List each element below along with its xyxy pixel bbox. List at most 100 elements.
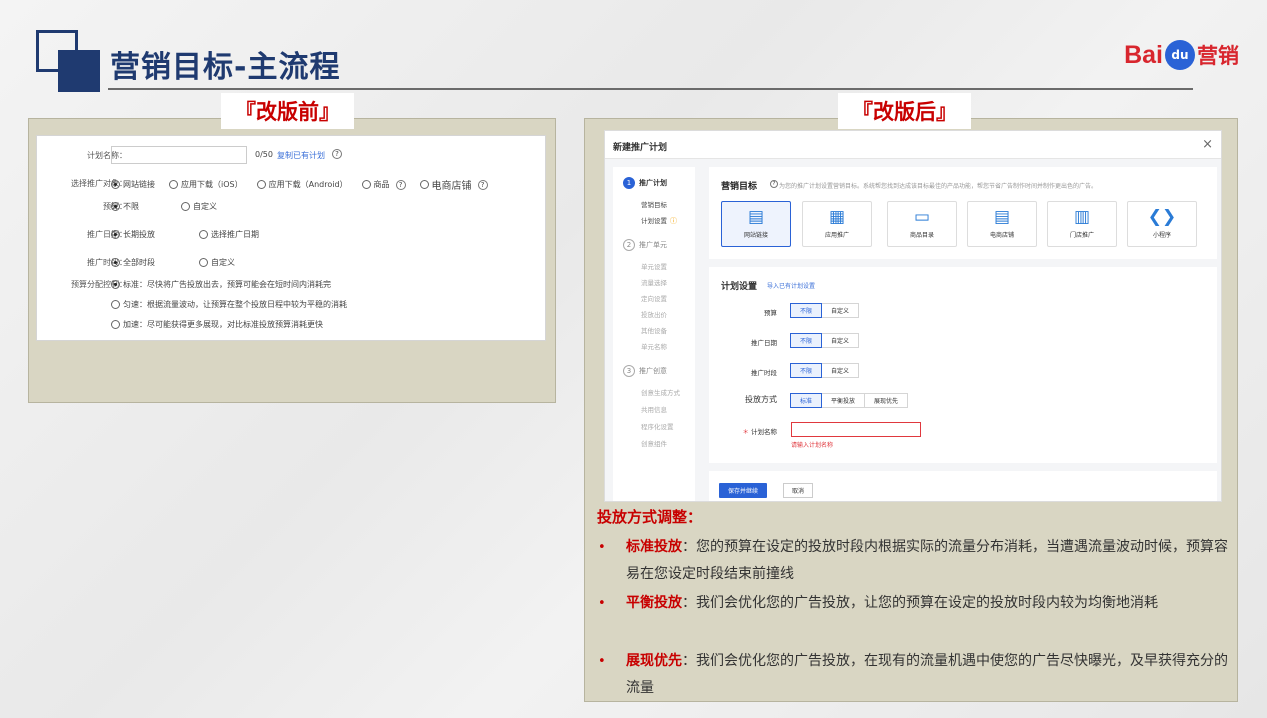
radio-icon xyxy=(419,180,429,189)
help-icon[interactable]: ? xyxy=(477,179,488,190)
goal-option-catalog[interactable]: ▭ 商品目录 xyxy=(887,201,957,247)
catalog-icon: ▭ xyxy=(913,207,931,227)
date-option-select[interactable]: 选择推广日期 xyxy=(199,229,259,240)
step-sub[interactable]: 单元设置 xyxy=(641,261,667,271)
plan-name-count: 0/50 xyxy=(255,150,273,159)
baidu-marketing-logo: Bai du 营销 xyxy=(1124,30,1239,80)
method-label: 投放方式 xyxy=(745,395,777,404)
description: ：我们会优化您的广告投放，让您的预算在设定的投放时段内较为均衡地消耗 xyxy=(682,595,1158,611)
step-number: 3 xyxy=(623,365,635,377)
target-option-web[interactable]: 网站链接 xyxy=(111,179,155,190)
import-settings-link[interactable]: 导入已有计划设置 xyxy=(767,281,815,290)
store-icon: ▤ xyxy=(993,207,1011,227)
step-label: 推广计划 xyxy=(639,179,667,187)
step-sub[interactable]: 创意组件 xyxy=(641,438,667,448)
method-toggle: 标准 平衡投放 展现优先 xyxy=(790,393,909,408)
pacing-option-accelerated[interactable]: 加速：尽可能获得更多展现，对比标准投放预算消耗更快 xyxy=(111,319,323,330)
target-option-android[interactable]: 应用下载（Android） xyxy=(256,179,348,190)
step-sub-goal[interactable]: 营销目标 xyxy=(641,199,667,209)
step-sub[interactable]: 投放出价 xyxy=(641,309,667,319)
app-icon: ▦ xyxy=(828,207,846,227)
radio-icon xyxy=(169,180,178,189)
date-custom-button[interactable]: 自定义 xyxy=(821,333,860,348)
date-option-long[interactable]: 长期投放 xyxy=(111,229,155,240)
target-option-ios[interactable]: 应用下载（iOS） xyxy=(169,179,243,190)
term: 标准投放 xyxy=(626,539,682,555)
brand-bai: Bai xyxy=(1124,40,1163,69)
pacing-option-standard[interactable]: 标准：尽快将广告投放出去，预算可能会在短时间内消耗完 xyxy=(111,279,331,290)
cancel-button[interactable]: 取消 xyxy=(783,483,814,498)
radio-icon xyxy=(111,180,120,189)
goal-option-miniprogram[interactable]: ❮❯ 小程序 xyxy=(1127,201,1197,247)
step-number: 1 xyxy=(623,177,635,189)
save-continue-button[interactable]: 保存并继续 xyxy=(719,483,768,498)
new-plan-dialog: 新建推广计划 × 1 推广计划 营销目标 计划设置 ⓘ 2 推广单元 单元设置 流… xyxy=(604,130,1222,502)
time-option-custom[interactable]: 自定义 xyxy=(199,257,235,268)
step-sub[interactable]: 单元名称 xyxy=(641,341,667,351)
step-sub-plan-settings[interactable]: 计划设置 ⓘ xyxy=(641,215,677,226)
target-option-store[interactable]: 电商店铺? xyxy=(419,177,488,192)
budget-unlimited-button[interactable]: 不限 xyxy=(790,303,823,318)
plan-name-input[interactable] xyxy=(111,146,247,164)
budget-option-custom[interactable]: 自定义 xyxy=(181,201,217,212)
budget-custom-button[interactable]: 自定义 xyxy=(821,303,860,318)
budget-toggle: 不限 自定义 xyxy=(790,303,860,318)
plan-name-input[interactable] xyxy=(791,422,921,437)
help-icon[interactable]: ? xyxy=(770,180,778,188)
radio-icon xyxy=(181,201,190,211)
budget-label: 预算 xyxy=(764,309,777,317)
step-creative[interactable]: 3 推广创意 xyxy=(623,365,667,377)
radio-icon xyxy=(111,229,120,239)
budget-option-unlimited[interactable]: 不限 xyxy=(111,201,139,212)
step-sidebar: 1 推广计划 营销目标 计划设置 ⓘ 2 推广单元 单元设置 流量选择 定向设置 … xyxy=(613,167,695,501)
title-divider xyxy=(108,88,1193,90)
before-label: 『改版前』 xyxy=(221,93,354,129)
explanation-heading: 投放方式调整： xyxy=(597,508,703,526)
time-custom-button[interactable]: 自定义 xyxy=(821,363,860,378)
copy-plan-link[interactable]: 复制已有计划 xyxy=(277,150,325,161)
step-sub[interactable]: 共用信息 xyxy=(641,404,667,414)
help-icon[interactable]: ? xyxy=(395,179,406,190)
time-toggle: 不限 自定义 xyxy=(790,363,860,378)
close-icon[interactable]: × xyxy=(1202,137,1213,152)
method-exposure-button[interactable]: 展现优先 xyxy=(864,393,909,408)
miniprogram-icon: ❮❯ xyxy=(1147,207,1177,227)
dialog-title: 新建推广计划 xyxy=(613,143,668,153)
goal-option-store[interactable]: ▤ 电商店铺 xyxy=(967,201,1037,247)
goal-card: 营销目标 ? 为您的推广计划设置营销目标。系统帮您找到达成该目标最佳的产品功能，… xyxy=(709,167,1217,259)
step-sub[interactable]: 其他设备 xyxy=(641,325,667,335)
explanation-item-exposure: • 展现优先：我们会优化您的广告投放，在现有的流量机遇中使您的广告尽快曝光，及早… xyxy=(598,648,1230,702)
step-plan[interactable]: 1 推广计划 xyxy=(623,177,667,189)
date-unlimited-button[interactable]: 不限 xyxy=(790,333,823,348)
radio-icon xyxy=(256,180,266,189)
goal-option-app[interactable]: ▦ 应用推广 xyxy=(802,201,872,247)
pacing-option-even[interactable]: 匀速：根据流量波动，让预算在整个投放日程中较为平稳的消耗 xyxy=(111,299,347,310)
step-unit[interactable]: 2 推广单元 xyxy=(623,239,667,251)
description: ：我们会优化您的广告投放，在现有的流量机遇中使您的广告尽快曝光，及早获得充分的流… xyxy=(626,653,1228,696)
step-sub[interactable]: 程序化设置 xyxy=(641,421,674,431)
plan-name-label: ＊ 计划名称 xyxy=(742,428,777,436)
method-standard-button[interactable]: 标准 xyxy=(790,393,823,408)
explanation-item-balanced: • 平衡投放：我们会优化您的广告投放，让您的预算在设定的投放时段内较为均衡地消耗 xyxy=(598,590,1230,617)
time-unlimited-button[interactable]: 不限 xyxy=(790,363,823,378)
step-sub[interactable]: 创意生成方式 xyxy=(641,387,680,397)
required-mark: ＊ xyxy=(742,428,749,436)
radio-icon xyxy=(199,229,208,239)
help-icon[interactable]: ? xyxy=(332,149,342,159)
bullet: • xyxy=(598,540,606,555)
page-title: 营销目标-主流程 xyxy=(110,50,341,85)
dialog-footer: 保存并继续 取消 xyxy=(709,471,1217,501)
baidu-paw-icon: du xyxy=(1165,40,1195,70)
step-sub[interactable]: 定向设置 xyxy=(641,293,667,303)
dialog-header: 新建推广计划 × xyxy=(605,131,1221,159)
time-option-all[interactable]: 全部时段 xyxy=(111,257,155,268)
radio-icon xyxy=(111,319,120,329)
step-sub[interactable]: 流量选择 xyxy=(641,277,667,287)
goal-option-website[interactable]: ▤ 网站链接 xyxy=(721,201,791,247)
goal-option-shop[interactable]: ▥ 门店推广 xyxy=(1047,201,1117,247)
method-balanced-button[interactable]: 平衡投放 xyxy=(821,393,866,408)
term: 平衡投放 xyxy=(626,595,682,611)
target-option-product[interactable]: 商品? xyxy=(361,179,406,190)
title-decoration-fill xyxy=(58,50,100,92)
term: 展现优先 xyxy=(626,653,682,669)
